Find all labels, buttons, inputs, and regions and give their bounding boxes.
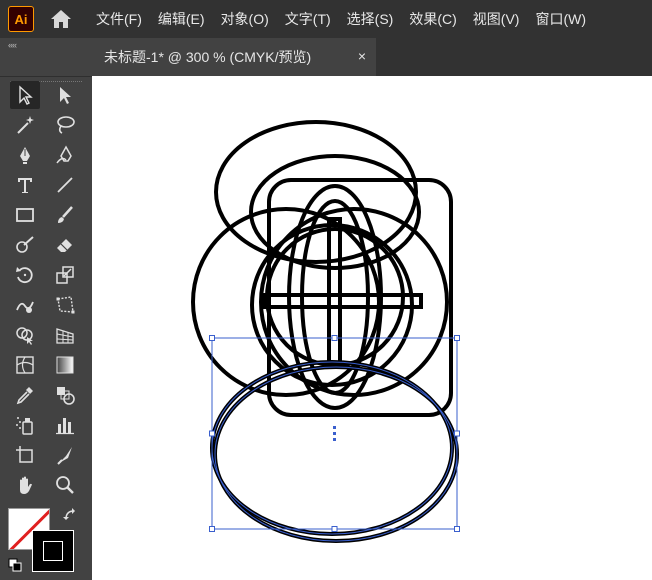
menu-view[interactable]: 视图(V) (473, 0, 520, 38)
hand-tool[interactable] (10, 471, 40, 499)
line-icon (57, 177, 73, 193)
blend-icon (57, 387, 75, 405)
selection-tool[interactable] (10, 81, 40, 109)
hand-icon (20, 476, 32, 494)
magic-wand-tool[interactable] (10, 111, 40, 139)
rotate-icon (16, 267, 33, 284)
menu-effect[interactable]: 效果(C) (409, 0, 456, 38)
handle-bottom-center[interactable] (331, 526, 338, 532)
menu-type[interactable]: 文字(T) (285, 0, 331, 38)
scale-tool[interactable] (50, 261, 80, 289)
gradient-tool[interactable] (50, 351, 80, 379)
app-logo: Ai (8, 6, 34, 32)
handle-middle-right[interactable] (454, 430, 460, 437)
perspective-grid-tool[interactable] (50, 321, 80, 349)
shape-builder-tool[interactable] (10, 321, 40, 349)
column-graph-tool[interactable] (50, 411, 80, 439)
top-ellipse-large (214, 120, 418, 264)
handle-middle-left[interactable] (209, 430, 215, 437)
menu-window[interactable]: 窗口(W) (535, 0, 586, 38)
handle-bottom-right[interactable] (454, 526, 460, 532)
white-arrow-icon (60, 87, 71, 104)
magic-wand-icon (17, 116, 34, 134)
scale-icon (56, 266, 74, 284)
slice-icon (57, 447, 72, 465)
bottom-ellipse-front (210, 360, 454, 536)
handle-top-center[interactable] (331, 335, 338, 341)
lasso-icon (57, 116, 75, 134)
symbol-sprayer-tool[interactable] (10, 411, 40, 439)
eraser-tool[interactable] (50, 231, 80, 259)
app-logo-text: Ai (14, 11, 28, 27)
stroke-swatch[interactable] (32, 530, 74, 572)
document-tab-title: 未标题-1* @ 300 % (CMYK/预览) (104, 49, 312, 65)
artboard-canvas[interactable] (92, 76, 652, 580)
slice-tool[interactable] (50, 441, 80, 469)
paintbrush-tool[interactable] (50, 201, 80, 229)
eyedropper-icon (16, 387, 33, 405)
mesh-icon (16, 356, 34, 374)
curvature-tool[interactable] (50, 141, 80, 169)
menu-object[interactable]: 对象(O) (221, 0, 269, 38)
toolbar (0, 76, 92, 580)
curvature-pen-icon (56, 145, 72, 164)
pen-icon (20, 147, 30, 164)
warp-icon (16, 301, 34, 313)
artwork (191, 120, 460, 543)
document-tab-bar: 未标题-1* @ 300 % (CMYK/预览) × (92, 38, 652, 76)
line-segment-tool[interactable] (50, 171, 80, 199)
perspective-grid-icon (56, 328, 74, 344)
free-transform-tool[interactable] (50, 291, 80, 319)
artwork-paths (191, 120, 459, 543)
shaper-tool[interactable] (10, 231, 40, 259)
swap-fill-stroke-icon[interactable] (62, 507, 78, 523)
mesh-tool[interactable] (10, 351, 40, 379)
zoom-icon (56, 476, 74, 494)
shape-builder-icon (16, 327, 33, 345)
artboard-tool[interactable] (10, 441, 40, 469)
artboard-icon (16, 446, 33, 463)
home-icon[interactable] (48, 6, 74, 32)
menu-select[interactable]: 选择(S) (347, 0, 394, 38)
zoom-tool[interactable] (50, 471, 80, 499)
eyedropper-tool[interactable] (10, 381, 40, 409)
eraser-icon (57, 239, 72, 252)
type-icon (18, 178, 32, 193)
handle-bottom-left[interactable] (209, 526, 215, 532)
handle-top-left[interactable] (209, 335, 215, 341)
arrow-icon (19, 85, 33, 105)
default-colors-icon[interactable] (8, 558, 22, 572)
free-transform-icon (56, 296, 75, 314)
document-tab[interactable]: 未标题-1* @ 300 % (CMYK/预览) × (92, 38, 376, 76)
collapse-panel-icon[interactable]: «« (8, 40, 17, 50)
lasso-tool[interactable] (50, 111, 80, 139)
menu-file[interactable]: 文件(F) (96, 0, 142, 38)
direct-selection-tool[interactable] (50, 81, 80, 109)
center-point (333, 426, 336, 441)
menu-bar: Ai 文件(F) 编辑(E) 对象(O) 文字(T) 选择(S) 效果(C) 视… (0, 0, 652, 38)
warp-tool[interactable] (10, 291, 40, 319)
rectangle-tool[interactable] (10, 201, 40, 229)
type-tool[interactable] (10, 171, 40, 199)
gradient-icon (56, 356, 74, 374)
menu-items: 文件(F) 编辑(E) 对象(O) 文字(T) 选择(S) 效果(C) 视图(V… (96, 0, 586, 38)
column-graph-icon (56, 418, 74, 435)
rectangle-icon (16, 208, 34, 222)
pen-tool[interactable] (10, 141, 40, 169)
blend-tool[interactable] (50, 381, 80, 409)
shaper-icon (16, 236, 34, 253)
menu-edit[interactable]: 编辑(E) (158, 0, 205, 38)
close-icon[interactable]: × (358, 48, 366, 64)
handle-top-right[interactable] (454, 335, 460, 341)
rotate-tool[interactable] (10, 261, 40, 289)
brush-icon (58, 206, 73, 223)
symbol-sprayer-icon (16, 417, 33, 435)
